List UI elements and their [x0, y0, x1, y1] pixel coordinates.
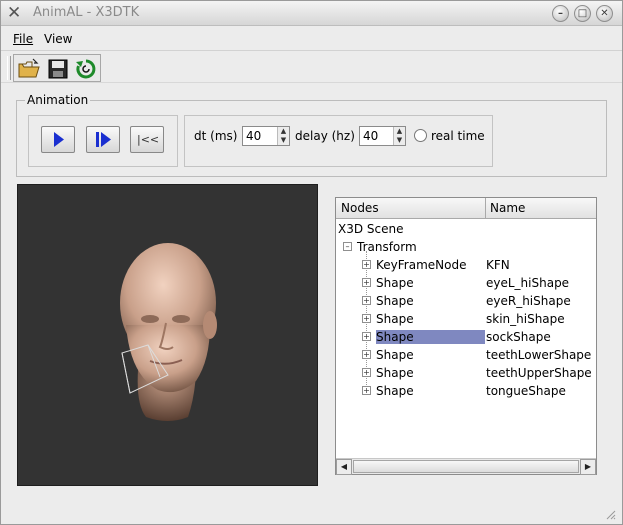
- maximize-icon: □: [577, 8, 588, 19]
- tree-row[interactable]: + Shape eyeL_hiShape: [336, 274, 596, 292]
- spin-down-icon: ▼: [280, 136, 287, 144]
- save-disk-icon[interactable]: [46, 57, 70, 81]
- tree-row[interactable]: + Shape teethUpperShape: [336, 364, 596, 382]
- expand-icon[interactable]: +: [362, 296, 371, 305]
- title-bar[interactable]: ✕ AnimAL - X3DTK – □ ✕: [1, 1, 622, 26]
- node-name: skin_hiShape: [486, 312, 565, 326]
- maximize-button[interactable]: □: [574, 5, 591, 22]
- step-forward-icon: [96, 132, 111, 147]
- window-title: AnimAL - X3DTK: [33, 5, 140, 20]
- expand-icon[interactable]: +: [362, 314, 371, 323]
- minimize-icon: –: [558, 8, 563, 19]
- expand-icon[interactable]: +: [362, 260, 371, 269]
- spin-up-icon: ▲: [280, 127, 287, 135]
- node-name: tongueShape: [486, 384, 566, 398]
- node-name: eyeL_hiShape: [486, 276, 570, 290]
- spin-up-icon: ▲: [396, 127, 403, 135]
- tree-root-label: X3D Scene: [338, 222, 404, 236]
- toolbar: [1, 52, 622, 83]
- menu-view[interactable]: View: [44, 32, 72, 46]
- delay-spinbox[interactable]: 40 ▲ ▼: [359, 126, 406, 146]
- app-x-icon: ✕: [7, 3, 22, 23]
- delay-spin-arrows[interactable]: ▲ ▼: [393, 127, 405, 145]
- node-name: teethLowerShape: [486, 348, 592, 362]
- node-name: KFN: [486, 258, 510, 272]
- delay-label: delay (hz): [295, 129, 355, 143]
- arrow-left-icon: ◀: [340, 462, 348, 471]
- tree-row[interactable]: + Shape eyeR_hiShape: [336, 292, 596, 310]
- node-name: sockShape: [486, 330, 551, 344]
- spin-down-icon: ▼: [396, 136, 403, 144]
- scroll-left-button[interactable]: ◀: [336, 459, 352, 475]
- scroll-thumb[interactable]: [353, 460, 579, 473]
- expand-icon[interactable]: +: [362, 368, 371, 377]
- column-header-nodes[interactable]: Nodes: [341, 201, 379, 215]
- tree-row-transform[interactable]: – Transform: [336, 238, 596, 256]
- menu-file[interactable]: File: [13, 32, 33, 46]
- node-type: KeyFrameNode: [376, 258, 467, 272]
- minimize-button[interactable]: –: [552, 5, 569, 22]
- main-window: ✕ AnimAL - X3DTK – □ ✕ File View Animati…: [0, 0, 623, 525]
- realtime-label: real time: [431, 129, 485, 143]
- menu-view-label: View: [44, 32, 73, 46]
- reload-icon[interactable]: [74, 57, 98, 81]
- play-icon: [54, 132, 64, 147]
- close-button[interactable]: ✕: [596, 5, 613, 22]
- toolbar-handle[interactable]: [7, 56, 11, 80]
- arrow-right-icon: ▶: [584, 462, 592, 471]
- node-type: Shape: [376, 330, 485, 344]
- rewind-button[interactable]: |<<: [130, 126, 164, 153]
- tree-row[interactable]: + Shape teethLowerShape: [336, 346, 596, 364]
- resize-grip-icon[interactable]: [604, 508, 616, 520]
- tree-row[interactable]: + Shape skin_hiShape: [336, 310, 596, 328]
- expand-icon[interactable]: +: [362, 332, 371, 341]
- menu-file-label: File: [13, 32, 34, 46]
- open-folder-icon[interactable]: [17, 57, 41, 81]
- column-header-name[interactable]: Name: [490, 201, 525, 215]
- rewind-label: |<<: [137, 133, 160, 146]
- column-divider[interactable]: [485, 198, 486, 219]
- node-type: Shape: [376, 366, 414, 380]
- collapse-icon[interactable]: –: [343, 242, 352, 251]
- menu-bar: File View: [1, 27, 622, 51]
- scene-tree[interactable]: Nodes Name X3D Scene – Transform + KeyFr…: [335, 197, 597, 475]
- node-type: Shape: [376, 384, 414, 398]
- step-button[interactable]: [86, 126, 120, 153]
- node-type: Shape: [376, 348, 414, 362]
- tree-row-selected[interactable]: + Shape sockShape: [336, 328, 596, 346]
- tree-row[interactable]: + Shape tongueShape: [336, 382, 596, 400]
- dt-value: 40: [246, 129, 262, 143]
- expand-icon[interactable]: +: [362, 278, 371, 287]
- tree-header: Nodes Name: [336, 198, 596, 219]
- play-button[interactable]: [41, 126, 75, 153]
- animation-group-title: Animation: [25, 93, 91, 107]
- expand-icon[interactable]: +: [362, 350, 371, 359]
- node-type: Shape: [376, 294, 414, 308]
- node-type: Shape: [376, 312, 414, 326]
- scroll-right-button[interactable]: ▶: [580, 459, 596, 475]
- node-name: teethUpperShape: [486, 366, 592, 380]
- node-name: eyeR_hiShape: [486, 294, 571, 308]
- toolbar-button-group: [13, 54, 101, 82]
- expand-icon[interactable]: +: [362, 386, 371, 395]
- node-type: Shape: [376, 276, 414, 290]
- horizontal-scrollbar[interactable]: ◀ ▶: [336, 458, 596, 475]
- dt-spin-arrows[interactable]: ▲ ▼: [277, 127, 289, 145]
- 3d-viewport[interactable]: [17, 184, 318, 486]
- dt-spinbox[interactable]: 40 ▲ ▼: [242, 126, 290, 146]
- tree-row[interactable]: + KeyFrameNode KFN: [336, 256, 596, 274]
- realtime-radio[interactable]: [414, 129, 427, 142]
- delay-value: 40: [363, 129, 379, 143]
- dt-label: dt (ms): [194, 129, 238, 143]
- close-icon: ✕: [600, 8, 609, 19]
- head-model-render: [120, 243, 217, 421]
- tree-row-root[interactable]: X3D Scene: [336, 220, 596, 238]
